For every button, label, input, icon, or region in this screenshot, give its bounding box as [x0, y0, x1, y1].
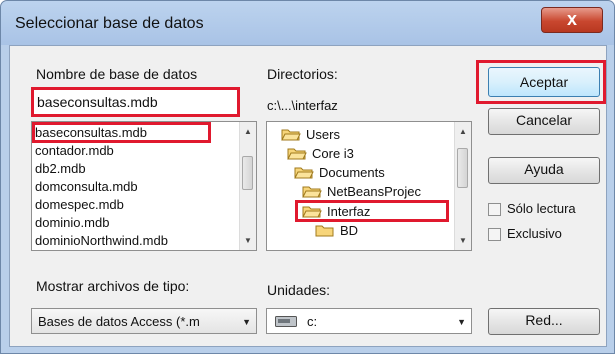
file-list-scrollbar[interactable]: ▲ ▼ — [239, 122, 256, 250]
scroll-thumb[interactable] — [457, 148, 468, 188]
network-button[interactable]: Red... — [488, 308, 600, 335]
dialog-window: Seleccionar base de datos x Nombre de ba… — [0, 0, 615, 354]
tree-node-label: Core i3 — [312, 146, 354, 161]
scroll-thumb[interactable] — [242, 156, 253, 190]
close-icon: x — [566, 9, 577, 29]
exclusive-checkbox[interactable] — [488, 228, 501, 241]
exclusive-label: Exclusivo — [507, 226, 562, 241]
scroll-up-icon[interactable]: ▲ — [240, 127, 256, 136]
close-button[interactable]: x — [541, 7, 603, 33]
drive-select[interactable]: c: ▼ — [266, 308, 472, 334]
scroll-up-icon[interactable]: ▲ — [455, 127, 471, 136]
file-type-label: Mostrar archivos de tipo: — [36, 278, 190, 294]
file-item[interactable]: domespec.mdb — [35, 197, 124, 213]
help-button[interactable]: Ayuda — [488, 157, 600, 184]
file-item[interactable]: dominioNorthwind.mdb — [35, 233, 168, 249]
db-name-highlight — [31, 87, 240, 117]
tree-node-label: Users — [306, 127, 340, 142]
directories-path: c:\...\interfaz — [267, 98, 338, 113]
file-item[interactable]: dominio.mdb — [35, 215, 109, 231]
dropdown-arrow-icon: ▼ — [457, 317, 466, 327]
drives-label: Unidades: — [267, 282, 331, 298]
drive-icon — [275, 316, 297, 327]
folder-highlight — [295, 200, 449, 222]
dropdown-arrow-icon: ▼ — [242, 317, 251, 327]
cancel-button[interactable]: Cancelar — [488, 108, 600, 135]
dialog-title: Seleccionar base de datos — [15, 15, 204, 32]
readonly-label: Sólo lectura — [507, 201, 576, 216]
folder-icon — [315, 225, 334, 237]
tree-node-label: BD — [340, 223, 359, 238]
open-folder-icon — [287, 148, 307, 160]
directory-tree[interactable]: Users Core i3 Documents NetBeansProjec I… — [266, 121, 472, 251]
scroll-down-icon[interactable]: ▼ — [240, 236, 256, 245]
db-name-label-text: Nombre de base de datos — [36, 66, 198, 82]
directory-scrollbar[interactable]: ▲ ▼ — [454, 122, 471, 250]
dialog-body: Nombre de base de datos baseconsultas.md… — [9, 45, 607, 347]
open-folder-icon — [302, 186, 322, 198]
file-item-highlight — [32, 122, 211, 143]
file-type-select[interactable]: Bases de datos Access (*.m ▼ — [31, 308, 257, 334]
open-folder-icon — [281, 129, 301, 141]
file-type-value: Bases de datos Access (*.m — [38, 314, 200, 329]
readonly-checkbox[interactable] — [488, 203, 501, 216]
tree-node-label: NetBeansProjec — [327, 184, 421, 199]
tree-node-label: Documents — [319, 165, 385, 180]
directories-label: Directorios: — [267, 66, 338, 82]
file-item[interactable]: domconsulta.mdb — [35, 179, 138, 195]
open-folder-icon — [294, 167, 314, 179]
drive-value: c: — [307, 314, 318, 329]
file-item[interactable]: contador.mdb — [35, 143, 114, 159]
ok-button-highlight — [476, 60, 606, 104]
scroll-down-icon[interactable]: ▼ — [455, 236, 471, 245]
file-item[interactable]: db2.mdb — [35, 161, 86, 177]
title-bar[interactable]: Seleccionar base de datos x — [1, 1, 614, 45]
db-name-label: Nombre de base de datos — [36, 66, 197, 82]
